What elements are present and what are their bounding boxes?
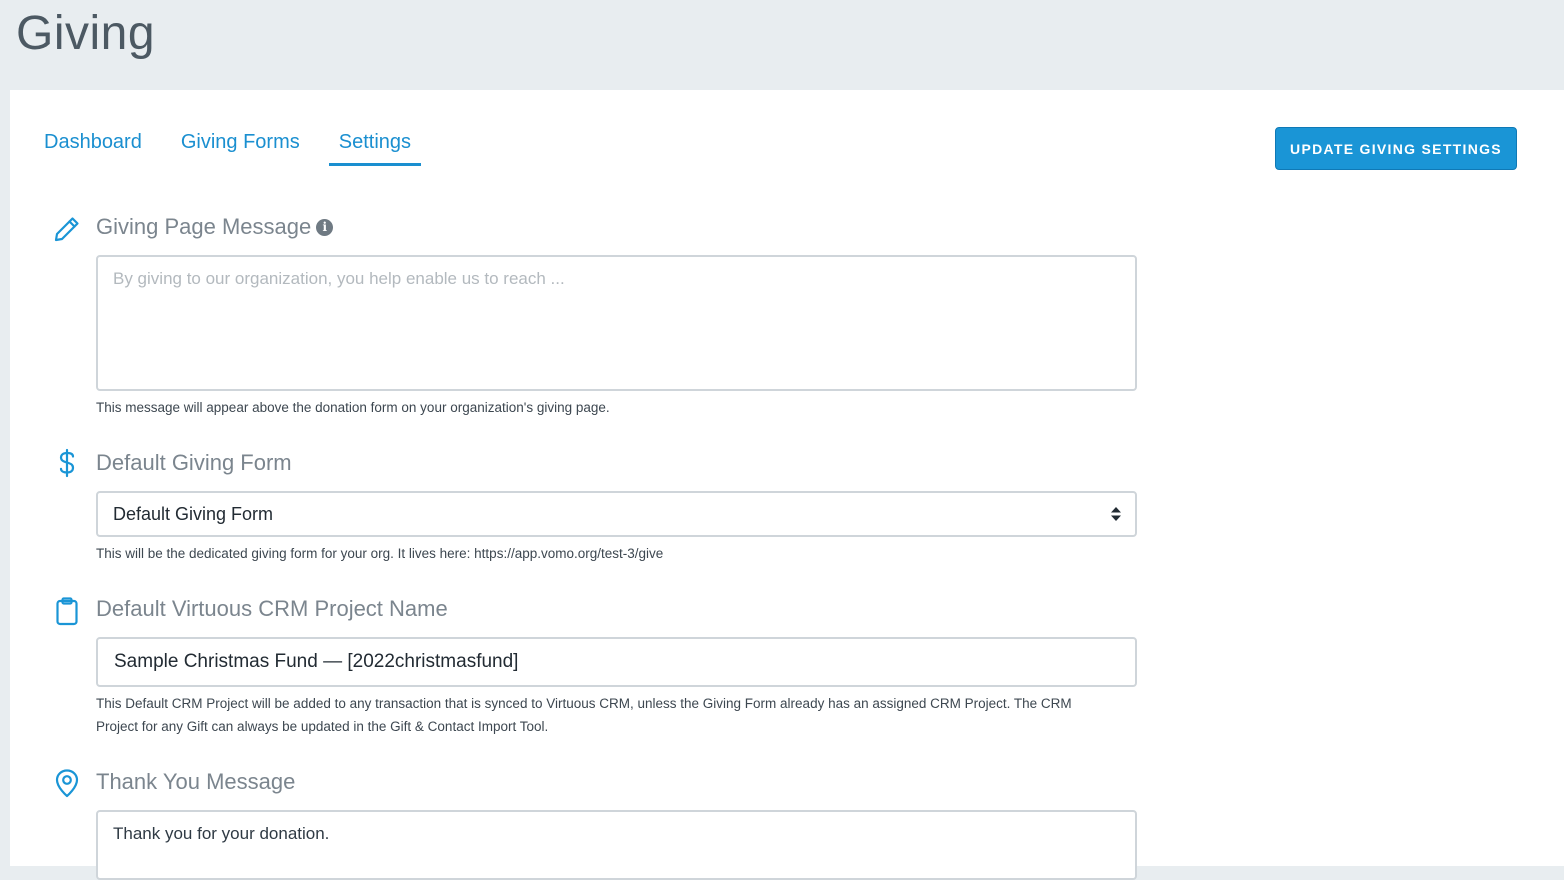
default-giving-form-selected: Default Giving Form (113, 503, 274, 524)
tab-giving-forms[interactable]: Giving Forms (171, 126, 310, 166)
clipboard-icon (52, 596, 82, 626)
crm-project-input[interactable] (96, 637, 1137, 687)
tab-settings[interactable]: Settings (328, 126, 422, 166)
giving-page-message-help: This message will appear above the donat… (96, 400, 610, 415)
giving-page-message-label: Giving Page Message i (96, 213, 334, 241)
tab-bar: Dashboard Giving Forms Settings (34, 126, 440, 170)
page-title: Giving (16, 7, 156, 60)
dollar-icon (52, 448, 82, 478)
page-header: Giving (0, 0, 1564, 90)
update-giving-settings-button[interactable]: UPDATE GIVING SETTINGS (1275, 127, 1517, 170)
giving-page-message-label-text: Giving Page Message (96, 214, 312, 239)
crm-project-label: Default Virtuous CRM Project Name (96, 596, 448, 621)
default-giving-form-help: This will be the dedicated giving form f… (96, 546, 664, 561)
settings-card: Dashboard Giving Forms Settings UPDATE G… (10, 90, 1564, 880)
thank-you-message-label: Thank You Message (96, 769, 296, 794)
giving-page-message-textarea[interactable] (96, 255, 1137, 391)
default-giving-form-label: Default Giving Form (96, 450, 292, 475)
tab-dashboard[interactable]: Dashboard (34, 126, 152, 166)
select-arrows-icon (1111, 507, 1121, 521)
info-icon[interactable]: i (316, 218, 334, 236)
pencil-icon (52, 214, 82, 244)
default-giving-form-select[interactable]: Default Giving Form (96, 491, 1137, 537)
thank-you-message-textarea[interactable]: Thank you for your donation. (96, 810, 1137, 880)
crm-project-help: This Default CRM Project will be added t… (96, 696, 1072, 734)
map-pin-icon (52, 768, 82, 798)
